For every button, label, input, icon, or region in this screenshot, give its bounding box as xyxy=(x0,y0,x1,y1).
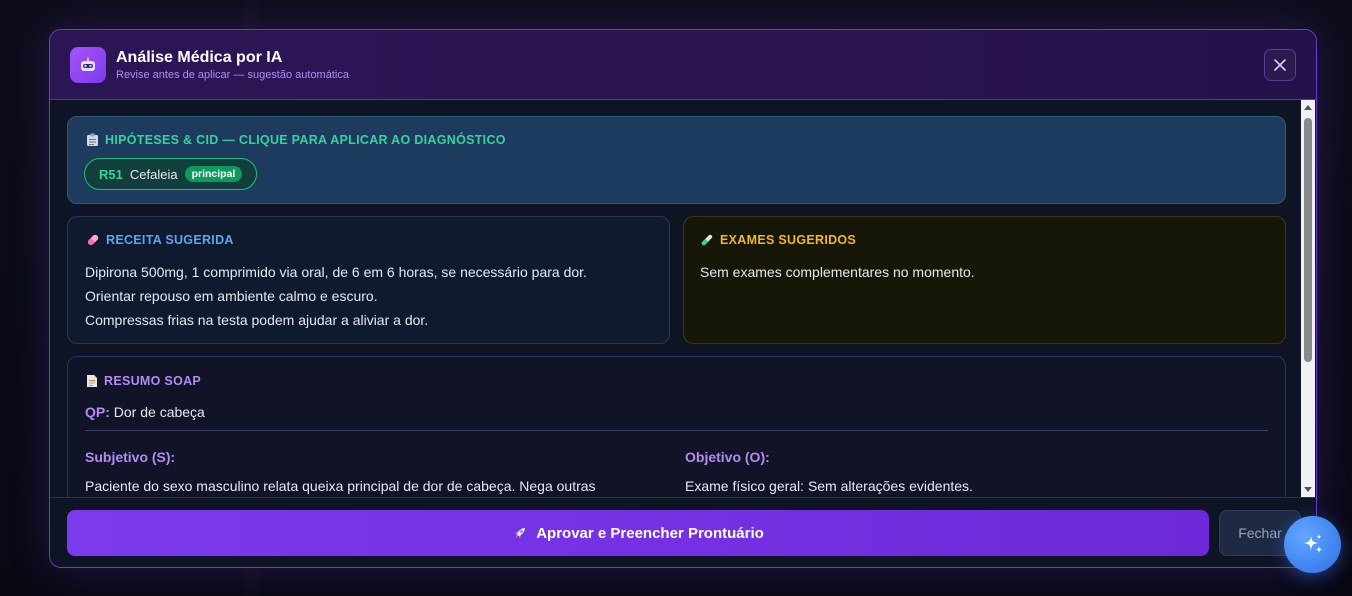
scroll-up-arrow-icon[interactable] xyxy=(1301,100,1315,114)
modal-footer: Aprovar e Preencher Prontuário Fechar xyxy=(50,497,1316,567)
pill-icon xyxy=(87,234,99,246)
soap-title-text: RESUMO SOAP xyxy=(104,374,202,388)
soap-divider xyxy=(85,430,1268,431)
test-tube-icon xyxy=(701,234,713,246)
sparkles-icon xyxy=(1303,533,1322,553)
soap-objective-text: Exame físico geral: Sem alterações evide… xyxy=(685,478,973,494)
cid-card-title-text: HIPÓTESES & CID — CLIQUE PARA APLICAR AO… xyxy=(105,133,506,147)
principal-badge: principal xyxy=(184,166,243,182)
modal-subtitle: Revise antes de aplicar — sugestão autom… xyxy=(116,69,349,81)
prescription-card-title: RECEITA SUGERIDA xyxy=(86,233,234,247)
exams-card-title: EXAMES SUGERIDOS xyxy=(700,233,856,247)
prescription-line: Dipirona 500mg, 1 comprimido via oral, d… xyxy=(85,264,587,280)
robot-icon xyxy=(70,47,106,83)
modal-header: Análise Médica por IA Revise antes de ap… xyxy=(50,30,1316,100)
scroll-down-arrow-icon[interactable] xyxy=(1301,483,1315,497)
soap-subjective-text: Paciente do sexo masculino relata queixa… xyxy=(85,478,596,494)
exams-text: Sem exames complementares no momento. xyxy=(700,264,975,280)
soap-objective-title: Objetivo (O): xyxy=(685,449,770,465)
cid-code: R51 xyxy=(99,166,123,182)
exams-title-text: EXAMES SUGERIDOS xyxy=(720,233,857,247)
soap-card-title: RESUMO SOAP xyxy=(86,374,201,388)
soap-qp: QP: Dor de cabeça xyxy=(85,404,205,420)
soap-subjective: Subjetivo (S): Paciente do sexo masculin… xyxy=(85,449,645,497)
body-scrollbar[interactable] xyxy=(1301,100,1315,497)
document-icon xyxy=(87,375,97,387)
prescription-line: Compressas frias na testa podem ajudar a… xyxy=(85,312,429,328)
cid-chip-r51[interactable]: R51 Cefaleia principal xyxy=(84,158,258,190)
close-button[interactable] xyxy=(1264,49,1296,81)
modal-body[interactable]: HIPÓTESES & CID — CLIQUE PARA APLICAR AO… xyxy=(50,100,1316,497)
prescription-card: RECEITA SUGERIDA Dipirona 500mg, 1 compr… xyxy=(67,216,670,344)
soap-summary-card: RESUMO SOAP QP: Dor de cabeça Subjetivo … xyxy=(67,356,1286,497)
rocket-icon xyxy=(514,528,526,539)
ai-analysis-modal: Análise Médica por IA Revise antes de ap… xyxy=(49,29,1317,568)
prescription-title-text: RECEITA SUGERIDA xyxy=(106,233,234,247)
ai-assistant-fab[interactable] xyxy=(1284,516,1341,573)
approve-fill-record-button[interactable]: Aprovar e Preencher Prontuário xyxy=(67,510,1209,556)
prescription-line: Orientar repouso em ambiente calmo e esc… xyxy=(85,288,378,304)
modal-title: Análise Médica por IA xyxy=(116,49,283,66)
scroll-thumb[interactable] xyxy=(1304,118,1312,362)
clipboard-icon xyxy=(87,133,98,146)
soap-qp-label: QP: xyxy=(85,404,110,420)
prescription-lines: Dipirona 500mg, 1 comprimido via oral, d… xyxy=(85,260,587,332)
soap-qp-value: Dor de cabeça xyxy=(113,404,205,420)
cid-card-title: HIPÓTESES & CID — CLIQUE PARA APLICAR AO… xyxy=(86,133,506,147)
cid-hypotheses-card: HIPÓTESES & CID — CLIQUE PARA APLICAR AO… xyxy=(67,116,1286,204)
exams-card: EXAMES SUGERIDOS Sem exames complementar… xyxy=(683,216,1286,344)
soap-subjective-title: Subjetivo (S): xyxy=(85,449,176,465)
cid-name: Cefaleia xyxy=(129,166,178,182)
approve-button-label: Aprovar e Preencher Prontuário xyxy=(536,524,764,542)
close-icon xyxy=(1274,59,1286,71)
soap-objective: Objetivo (O): Exame físico geral: Sem al… xyxy=(685,449,1245,497)
